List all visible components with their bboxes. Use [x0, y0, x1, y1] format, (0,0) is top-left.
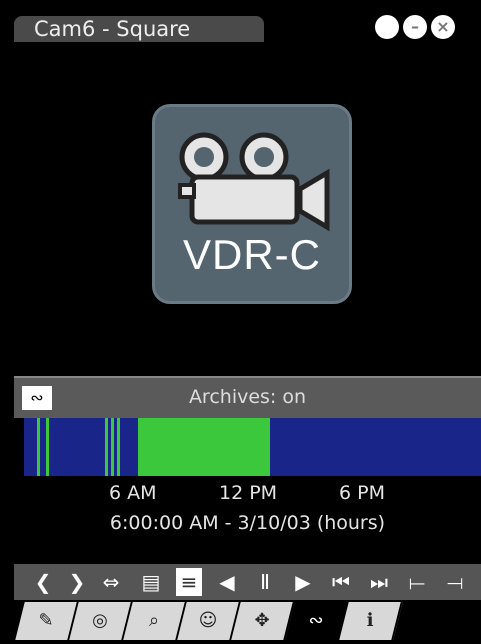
users-icon: ☺ — [198, 610, 218, 631]
step-back-button[interactable]: ◀ — [214, 568, 240, 596]
archives-icon: ∾ — [308, 610, 324, 631]
logo-text: VDR-C — [183, 231, 321, 278]
recorded-segment — [111, 418, 114, 476]
vdr-logo: VDR-C — [152, 104, 352, 304]
expand-button[interactable]: ⇔ — [98, 568, 124, 596]
recorded-segment — [117, 418, 120, 476]
go-start-button[interactable]: ⏮ — [328, 568, 354, 596]
mark-in-button[interactable]: ⟝ — [404, 568, 430, 596]
calendar-button[interactable]: ▤ — [138, 568, 164, 596]
mark-out-button[interactable]: ⟞ — [442, 568, 468, 596]
tab-cameras[interactable]: ◎ — [69, 602, 133, 640]
tab-archives[interactable]: ∾ — [285, 602, 349, 640]
recorded-segment — [105, 418, 108, 476]
play-button[interactable]: ▶ — [290, 568, 316, 596]
pause-button[interactable]: Ⅱ — [252, 568, 278, 596]
camera-icon — [178, 132, 330, 232]
playback-controls: ❮ ❯ ⇔ ▤ ≡ ◀ Ⅱ ▶ ⏮ ⏭ ⟝ ⟞ — [14, 564, 481, 600]
tab-edit[interactable]: ✎ — [15, 602, 79, 640]
timeline-bar[interactable] — [24, 418, 481, 476]
minimize-button[interactable]: – — [403, 15, 427, 39]
tick-label: 6 PM — [339, 482, 385, 504]
list-button[interactable]: ≡ — [176, 568, 202, 596]
restore-button[interactable] — [375, 15, 399, 39]
go-end-button[interactable]: ⏭ — [366, 568, 392, 596]
prev-button[interactable]: ❮ — [30, 568, 56, 596]
recorded-segment — [138, 418, 270, 476]
tab-info[interactable]: ℹ — [339, 602, 403, 640]
tab-ptz[interactable]: ✥ — [231, 602, 295, 640]
archive-header: ∾ Archives: on — [14, 376, 481, 418]
title-bar: Cam6 - Square – × — [0, 0, 481, 42]
next-button[interactable]: ❯ — [64, 568, 90, 596]
info-icon: ℹ — [366, 610, 374, 631]
window-title: Cam6 - Square — [34, 17, 191, 41]
tab-bar: ✎ ◎ ⌕ ☺ ✥ ∾ ℹ — [14, 600, 481, 644]
edit-icon: ✎ — [38, 610, 54, 631]
archive-status: Archives: on — [188, 386, 307, 408]
close-button[interactable]: × — [431, 15, 455, 39]
tick-label: 12 PM — [219, 482, 278, 504]
tab-users[interactable]: ☺ — [177, 602, 241, 640]
recorded-segment — [46, 418, 49, 476]
tick-label: 6 AM — [109, 482, 157, 504]
date-range: 6:00:00 AM - 3/10/03 (hours) — [109, 512, 386, 534]
tab-search[interactable]: ⌕ — [123, 602, 187, 640]
cameras-icon: ◎ — [92, 610, 108, 631]
ptz-icon: ✥ — [254, 610, 270, 631]
title-tab[interactable]: Cam6 - Square — [14, 16, 264, 42]
recorded-segment — [37, 418, 40, 476]
search-icon: ⌕ — [148, 610, 160, 631]
